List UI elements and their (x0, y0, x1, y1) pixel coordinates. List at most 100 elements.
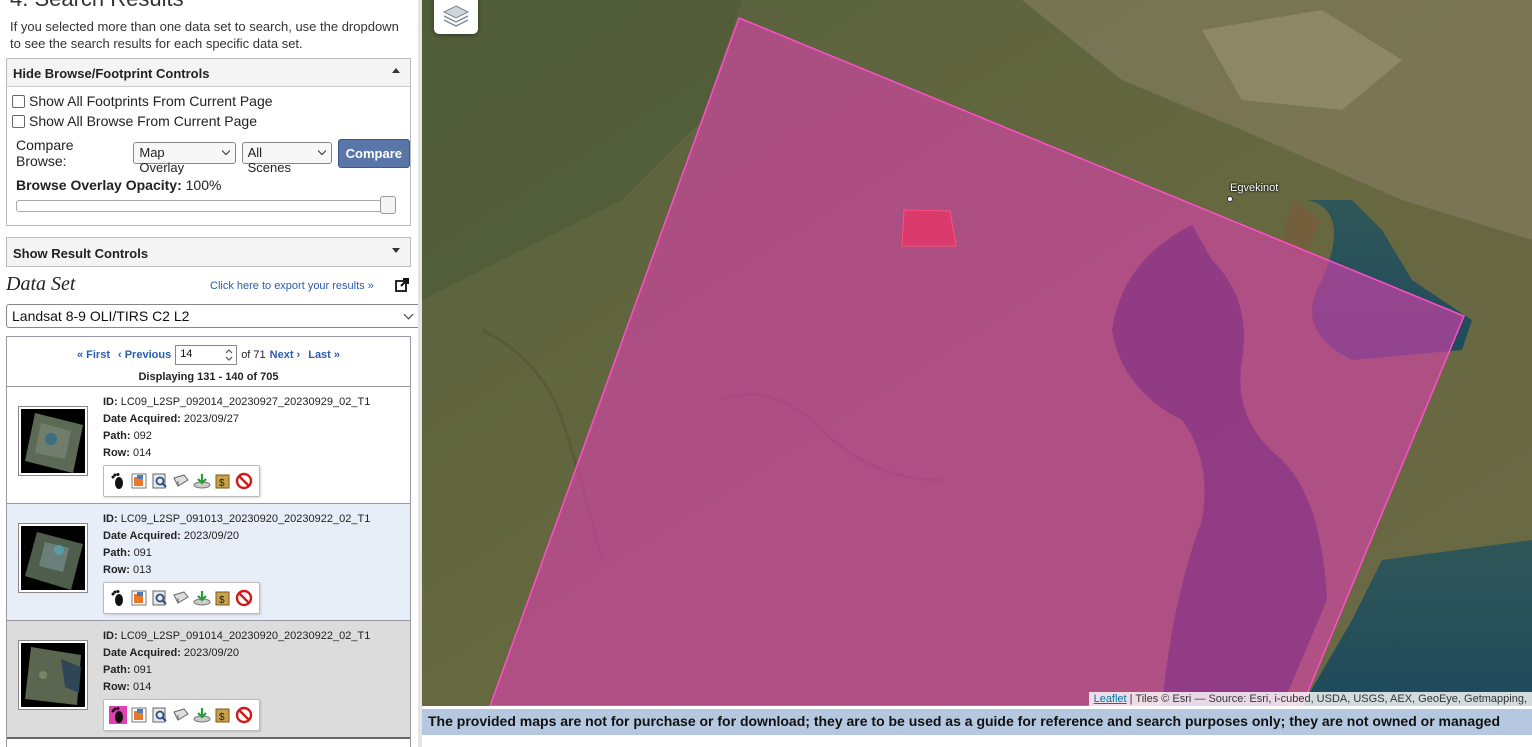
footprint-icon[interactable] (109, 706, 127, 724)
search-results-panel: 4. Search Results If you selected more t… (0, 0, 420, 747)
result-row[interactable]: ID: LC09_L2SP_092014_20230927_20230929_0… (7, 386, 410, 503)
place-label: Egvekinot (1230, 182, 1279, 194)
browse-overlay-icon[interactable] (130, 589, 148, 607)
show-footprints-option[interactable]: Show All Footprints From Current Page (12, 93, 273, 109)
first-page-link[interactable]: « First (77, 349, 110, 361)
opacity-slider-handle[interactable] (380, 196, 396, 214)
scene-id: LC09_L2SP_091014_20230920_20230922_02_T1 (120, 630, 371, 642)
compare-icon[interactable] (172, 472, 190, 490)
next-page-link[interactable]: Next › (270, 349, 301, 361)
order-icon[interactable]: $ (214, 589, 232, 607)
result-row[interactable]: ID: LC09_L2SP_091013_20230920_20230922_0… (7, 503, 410, 620)
result-row[interactable]: ID: LC09_L2SP_091014_20230920_20230922_0… (7, 620, 410, 737)
download-icon[interactable] (193, 706, 211, 724)
row-label: Row: (103, 564, 130, 576)
scene-thumbnail[interactable] (19, 641, 87, 709)
result-row[interactable] (7, 737, 410, 747)
compare-button[interactable]: Compare (337, 138, 411, 168)
path-label: Path: (103, 430, 131, 442)
result-actions: $ (103, 699, 260, 731)
page-number-input[interactable]: 14 (175, 345, 238, 365)
opacity-value: 100% (185, 177, 222, 193)
metadata-icon[interactable] (151, 589, 169, 607)
opacity-row: Browse Overlay Opacity: 100% (16, 177, 221, 193)
id-label: ID: (103, 396, 118, 408)
external-link-icon[interactable] (395, 278, 409, 292)
app-root: 4. Search Results If you selected more t… (0, 0, 1532, 747)
result-actions: $ (103, 582, 260, 614)
show-footprints-label: Show All Footprints From Current Page (29, 93, 273, 109)
attribution-text: | Tiles © Esri — Source: Esri, i-cubed, … (1126, 693, 1527, 705)
show-footprints-checkbox[interactable] (12, 94, 25, 108)
row-label: Row: (103, 681, 130, 693)
download-icon[interactable] (193, 472, 211, 490)
last-page-link[interactable]: Last » (308, 349, 340, 361)
leaflet-link[interactable]: Leaflet (1094, 693, 1127, 705)
order-icon[interactable]: $ (214, 706, 232, 724)
spinner-arrows-icon[interactable] (224, 348, 234, 362)
download-icon[interactable] (193, 589, 211, 607)
result-actions: $ (103, 465, 260, 497)
pagination: « First ‹ Previous 14 of 71 Next › Last … (7, 345, 410, 365)
map-disclaimer: The provided maps are not for purchase o… (422, 709, 1532, 735)
compare-scope-value: All Scenes (247, 145, 291, 175)
scene-path: 091 (133, 664, 152, 676)
order-icon[interactable]: $ (214, 472, 232, 490)
dataset-select-value: Landsat 8-9 OLI/TIRS C2 L2 (12, 308, 190, 324)
chevron-down-icon (403, 309, 414, 320)
browse-overlay-icon[interactable] (130, 706, 148, 724)
map-attribution: Leaflet | Tiles © Esri — Source: Esri, i… (1088, 692, 1532, 706)
scene-id: LC09_L2SP_092014_20230927_20230929_02_T1 (120, 396, 371, 408)
exclude-icon[interactable] (235, 472, 253, 490)
show-browse-checkbox[interactable] (12, 114, 25, 128)
compare-mode-select[interactable]: Map Overlay (133, 142, 236, 175)
page-number-value: 14 (180, 348, 193, 360)
show-browse-label: Show All Browse From Current Page (29, 113, 257, 129)
metadata-icon[interactable] (151, 706, 169, 724)
metadata-icon[interactable] (151, 472, 169, 490)
previous-page-link[interactable]: ‹ Previous (118, 349, 171, 361)
show-browse-option[interactable]: Show All Browse From Current Page (12, 113, 257, 129)
scene-id: LC09_L2SP_091013_20230920_20230922_02_T1 (120, 513, 371, 525)
result-controls-header: Show Result Controls (13, 246, 149, 261)
svg-text:$: $ (219, 712, 225, 723)
path-label: Path: (103, 664, 131, 676)
chevron-down-icon (221, 146, 230, 156)
scene-row: 014 (132, 681, 152, 693)
footprint-icon[interactable] (109, 589, 127, 607)
date-label: Date Acquired: (103, 647, 181, 659)
exclude-icon[interactable] (235, 706, 253, 724)
page-total: of 71 (241, 349, 266, 361)
scene-thumbnail[interactable] (19, 407, 87, 475)
scene-path: 091 (133, 547, 152, 559)
date-label: Date Acquired: (103, 413, 181, 425)
date-label: Date Acquired: (103, 530, 181, 542)
compare-browse-label: Compare Browse: (16, 137, 74, 169)
compare-scope-select[interactable]: All Scenes (241, 142, 332, 175)
selected-area-marker[interactable] (901, 209, 957, 247)
map-view[interactable]: Egvekinot Leaflet | Tiles © Esri — Sourc… (422, 0, 1532, 706)
layers-icon (442, 5, 470, 27)
footprint-icon[interactable] (109, 472, 127, 490)
browse-overlay-icon[interactable] (130, 472, 148, 490)
dataset-select[interactable]: Landsat 8-9 OLI/TIRS C2 L2 (6, 304, 419, 328)
opacity-slider-track[interactable] (16, 200, 396, 212)
scene-date: 2023/09/27 (183, 413, 239, 425)
expand-down-icon (392, 248, 400, 253)
dataset-label: Data Set (6, 273, 76, 295)
export-results-link[interactable]: Click here to export your results » (210, 280, 374, 292)
path-label: Path: (103, 547, 131, 559)
opacity-label: Browse Overlay Opacity: (16, 177, 182, 193)
exclude-icon[interactable] (235, 589, 253, 607)
compare-icon[interactable] (172, 589, 190, 607)
id-label: ID: (103, 513, 118, 525)
compare-icon[interactable] (172, 706, 190, 724)
chevron-down-icon (317, 146, 326, 156)
scene-path: 092 (133, 430, 152, 442)
layers-control-button[interactable] (434, 0, 478, 34)
hide-browse-controls-toggle[interactable]: Hide Browse/Footprint Controls (7, 59, 410, 87)
scene-row: 014 (132, 447, 152, 459)
show-result-controls-toggle[interactable]: Show Result Controls (7, 238, 410, 266)
results-list: « First ‹ Previous 14 of 71 Next › Last … (6, 336, 411, 747)
scene-thumbnail[interactable] (19, 524, 87, 592)
